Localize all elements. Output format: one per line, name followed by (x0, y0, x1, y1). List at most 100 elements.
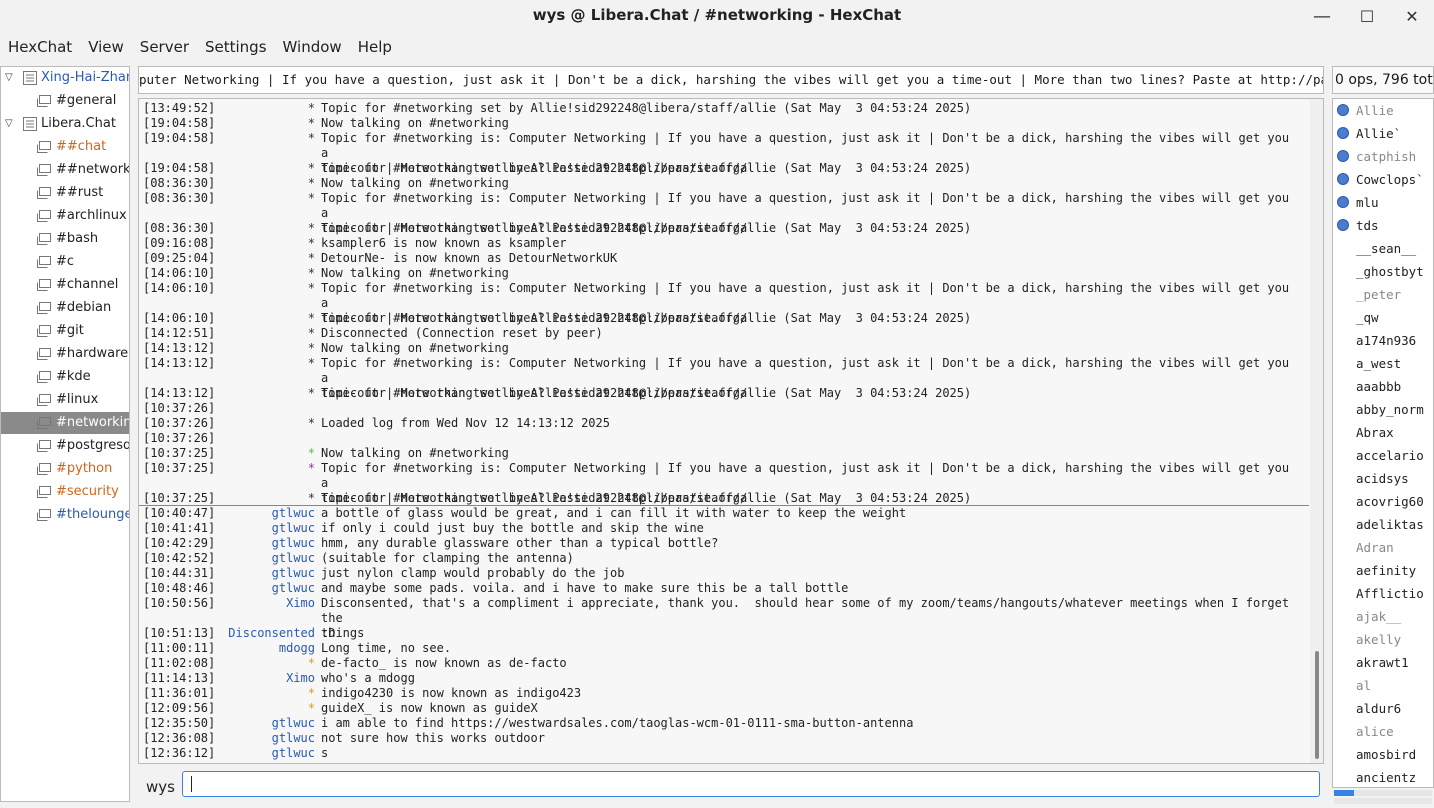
user-item[interactable]: Cowclops` (1333, 170, 1433, 193)
user-item[interactable]: adeliktas (1333, 515, 1433, 538)
user-item[interactable]: ajak__ (1333, 607, 1433, 630)
tree-channel[interactable]: #debian (1, 297, 129, 319)
nick[interactable]: * (139, 461, 315, 475)
nick[interactable]: gtlwuc (139, 521, 315, 535)
nick[interactable]: gtlwuc (139, 551, 315, 565)
nick[interactable]: * (139, 701, 315, 715)
nick[interactable]: * (139, 386, 315, 400)
user-item[interactable]: tds (1333, 216, 1433, 239)
tree-expander-icon[interactable]: ▽ (5, 113, 13, 135)
message-input[interactable] (182, 771, 1320, 797)
nick[interactable]: gtlwuc (139, 506, 315, 520)
chat-scrollbar[interactable] (1310, 99, 1323, 763)
user-item[interactable]: ancientz (1333, 768, 1433, 787)
tree-channel[interactable]: #python (1, 458, 129, 480)
tree-channel[interactable]: #networking (1, 412, 129, 434)
tree-channel[interactable]: #archlinux (1, 205, 129, 227)
user-item[interactable]: amosbird (1333, 745, 1433, 768)
user-list-scrollbar-thumb[interactable] (1334, 790, 1354, 796)
user-item[interactable]: Allie` (1333, 124, 1433, 147)
tree-channel[interactable]: #bash (1, 228, 129, 250)
tree-channel[interactable]: #hardware (1, 343, 129, 365)
user-list[interactable]: Allie Allie` catphish Cowclops` mlu tds __sean… (1332, 98, 1434, 788)
nick[interactable]: * (139, 236, 315, 250)
nick[interactable]: * (139, 326, 315, 340)
nick[interactable]: * (139, 341, 315, 355)
nick[interactable]: * (139, 281, 315, 295)
nick[interactable]: mdogg (139, 641, 315, 655)
user-item[interactable]: a174n936 (1333, 331, 1433, 354)
nick[interactable]: * (139, 251, 315, 265)
user-item[interactable]: alice (1333, 722, 1433, 745)
nick[interactable]: * (139, 416, 315, 430)
tree-expander-icon[interactable]: ▽ (5, 67, 13, 89)
nick[interactable]: * (139, 491, 315, 505)
user-item[interactable]: Afflictio (1333, 584, 1433, 607)
user-item[interactable]: _peter (1333, 285, 1433, 308)
menu-view[interactable]: View (80, 34, 132, 60)
nick[interactable]: gtlwuc (139, 536, 315, 550)
user-item[interactable]: mlu (1333, 193, 1433, 216)
tree-channel[interactable]: #general (1, 90, 129, 112)
nick[interactable]: * (139, 311, 315, 325)
user-item[interactable]: a_west (1333, 354, 1433, 377)
nick[interactable]: * (139, 356, 315, 370)
tree-channel[interactable]: #kde (1, 366, 129, 388)
tree-channel[interactable]: #security (1, 481, 129, 503)
nick[interactable]: Ximo (139, 671, 315, 685)
nick[interactable]: * (139, 116, 315, 130)
minimize-button[interactable]: — (1307, 4, 1337, 28)
nick[interactable]: * (139, 686, 315, 700)
chat-scrollbar-thumb[interactable] (1315, 651, 1319, 759)
tree-channel[interactable]: ##chat (1, 136, 129, 158)
nick[interactable]: gtlwuc (139, 581, 315, 595)
tree-channel[interactable]: #channel (1, 274, 129, 296)
user-item[interactable]: catphish (1333, 147, 1433, 170)
menu-window[interactable]: Window (275, 34, 350, 60)
user-item[interactable]: aaabbb (1333, 377, 1433, 400)
nick[interactable]: * (139, 176, 315, 190)
nick-button[interactable]: wys (146, 778, 175, 796)
user-item[interactable]: _ghostbyt (1333, 262, 1433, 285)
channel-tree[interactable]: ▽ Xing-Hai-Zhan #general ▽ Libera.Chat ##chat… (0, 66, 130, 802)
maximize-button[interactable]: ☐ (1352, 4, 1382, 28)
menu-hexchat[interactable]: HexChat (0, 34, 80, 60)
tree-channel[interactable]: #thelounge (1, 504, 129, 526)
user-item[interactable]: Abrax (1333, 423, 1433, 446)
user-item[interactable]: akelly (1333, 630, 1433, 653)
nick[interactable]: * (139, 656, 315, 670)
nick[interactable]: Disconsented (139, 626, 315, 640)
user-list-hscroll[interactable] (1334, 798, 1432, 804)
nick[interactable]: * (139, 101, 315, 115)
user-item[interactable]: accelario (1333, 446, 1433, 469)
tree-channel[interactable]: ##networking (1, 159, 129, 181)
user-item[interactable]: akrawt1 (1333, 653, 1433, 676)
tree-channel[interactable]: #linux (1, 389, 129, 411)
tree-channel[interactable]: #postgresql (1, 435, 129, 457)
tree-channel[interactable]: #git (1, 320, 129, 342)
nick[interactable]: Ximo (139, 596, 315, 610)
close-button[interactable]: ✕ (1397, 4, 1427, 28)
nick[interactable]: * (139, 131, 315, 145)
user-item[interactable]: abby_norm (1333, 400, 1433, 423)
user-list-scrollbar[interactable] (1334, 790, 1432, 796)
nick[interactable]: gtlwuc (139, 731, 315, 745)
user-item[interactable]: aldur6 (1333, 699, 1433, 722)
menu-help[interactable]: Help (350, 34, 400, 60)
nick[interactable]: * (139, 221, 315, 235)
tree-server[interactable]: ▽ Xing-Hai-Zhan (1, 67, 129, 89)
topic-bar[interactable]: puter Networking | If you have a questio… (138, 66, 1324, 94)
menu-server[interactable]: Server (132, 34, 197, 60)
user-item[interactable]: Adran (1333, 538, 1433, 561)
nick[interactable]: * (139, 161, 315, 175)
nick[interactable]: gtlwuc (139, 746, 315, 760)
user-item[interactable]: Allie (1333, 101, 1433, 124)
nick[interactable]: * (139, 446, 315, 460)
user-item[interactable]: __sean__ (1333, 239, 1433, 262)
user-item[interactable]: acovrig60 (1333, 492, 1433, 515)
nick[interactable]: gtlwuc (139, 716, 315, 730)
user-item[interactable]: al (1333, 676, 1433, 699)
nick[interactable]: * (139, 191, 315, 205)
nick[interactable]: gtlwuc (139, 566, 315, 580)
tree-server[interactable]: ▽ Libera.Chat (1, 113, 129, 135)
